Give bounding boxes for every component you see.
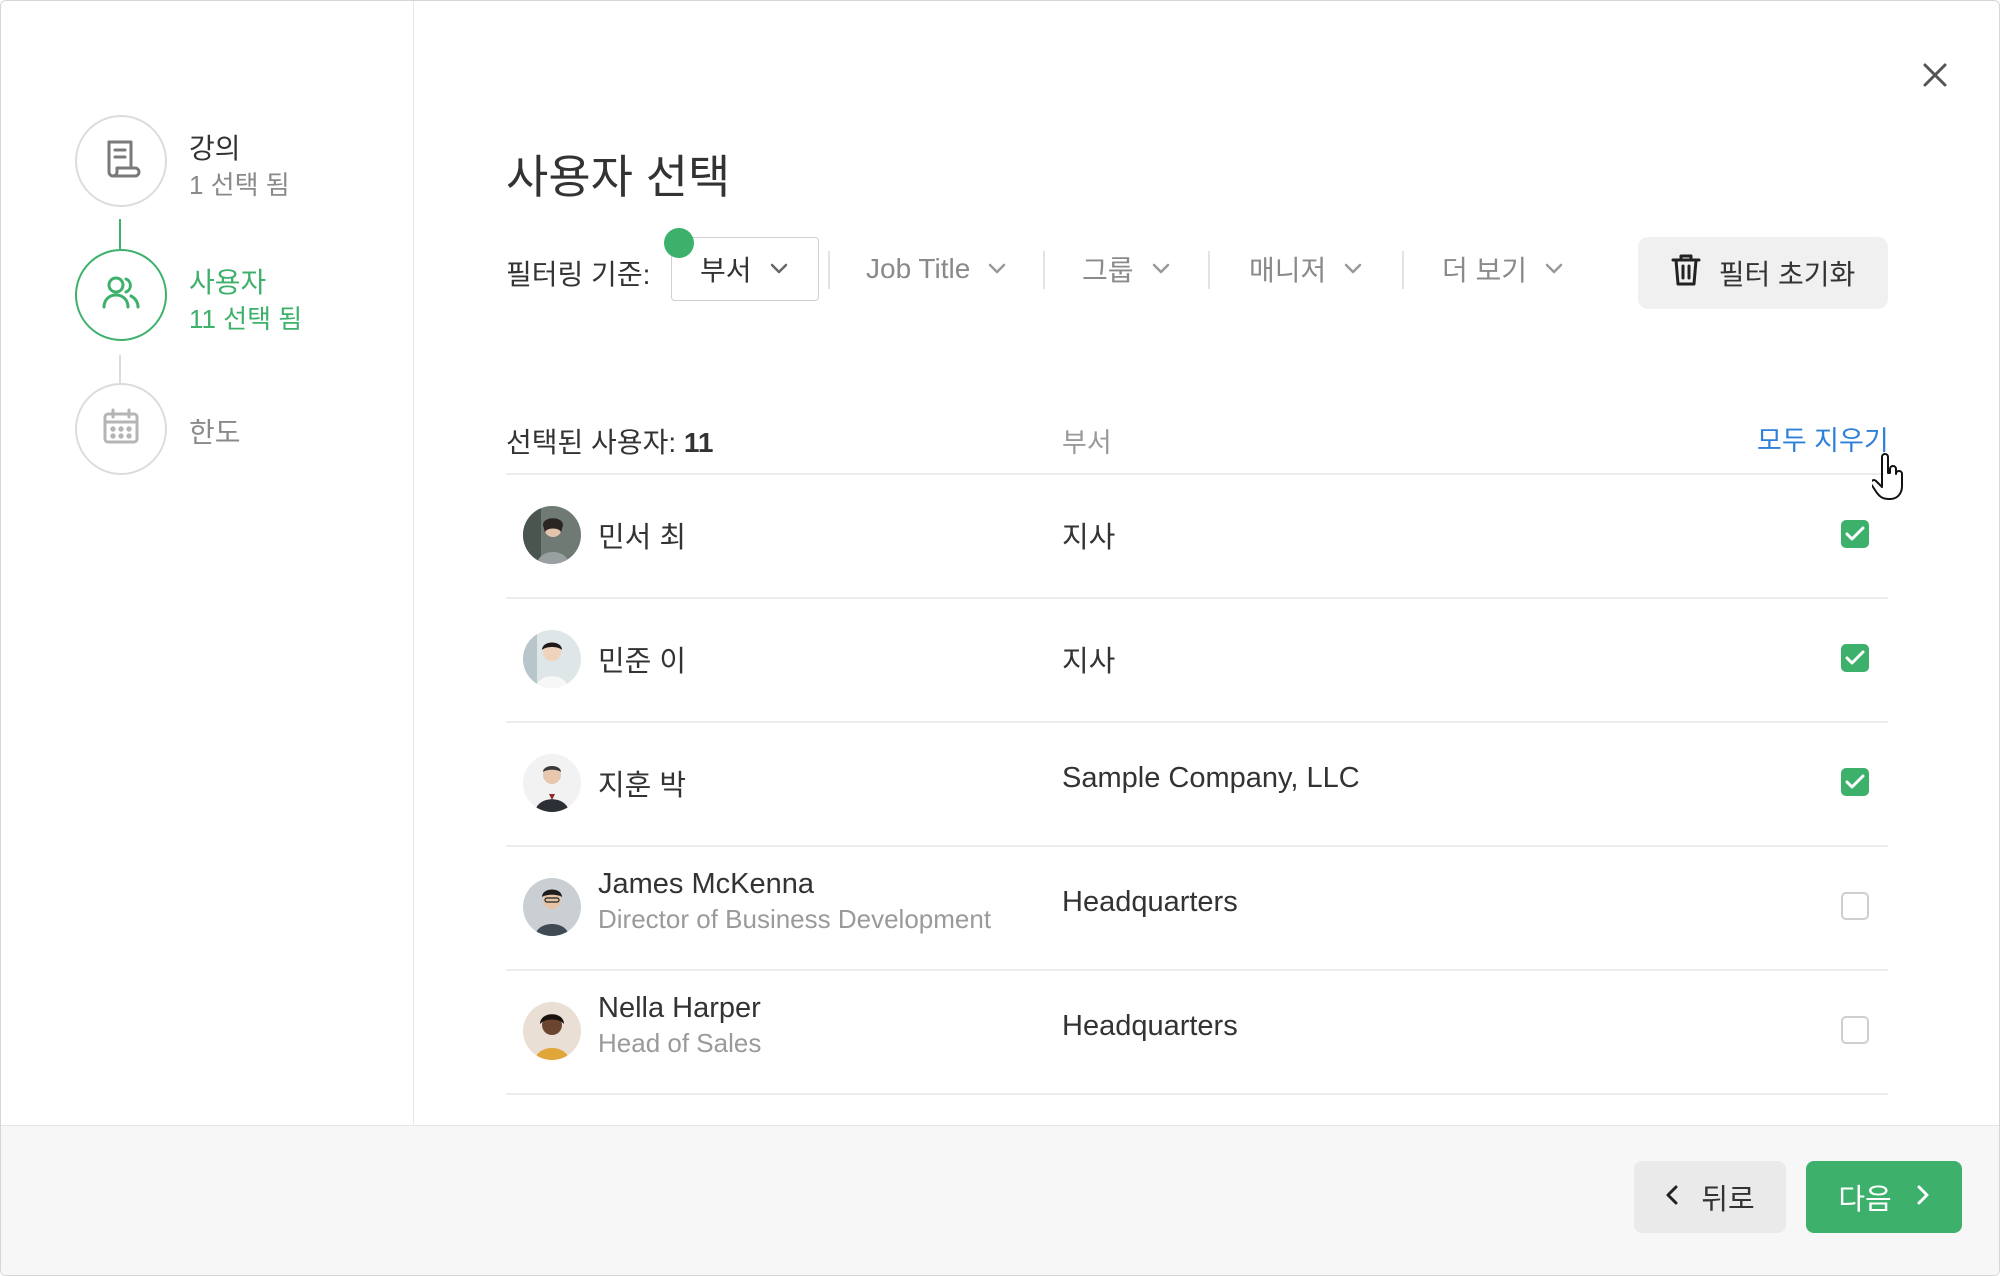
reset-filters-button[interactable]: 필터 초기화 [1638,237,1888,309]
user-select-checkbox[interactable] [1841,1016,1869,1044]
reset-filters-label: 필터 초기화 [1718,259,1856,290]
next-label: 다음 [1838,1184,1892,1216]
filter-dropdown-label: Job Title [866,253,971,284]
filter-divider [1208,251,1210,289]
chevron-down-icon [988,263,1006,275]
chevron-right-icon [1916,1181,1930,1214]
step-connector [119,219,121,249]
user-name: 지훈 박 [598,770,687,802]
step-circle [75,249,167,341]
step-connector [119,355,121,385]
hand-pointer-cursor-icon [1869,453,1908,506]
dialog-footer: 뒤로 다음 [1,1125,1999,1275]
user-row[interactable]: James McKenna Director of Business Devel… [506,846,1888,968]
step-title: 사용자 [189,267,267,298]
filter-manager-dropdown[interactable]: 매니저 [1249,237,1362,301]
selected-count-value: 11 [683,427,714,458]
user-row[interactable]: 민서 최 지사 [506,474,1888,596]
step-title: 강의 [189,133,241,164]
chevron-down-icon [1545,263,1563,275]
checkmark-icon [1845,526,1865,541]
step-circle [75,383,167,475]
close-button[interactable] [1915,57,1955,97]
user-job-title: Director of Business Development [598,904,992,934]
step-circle [75,115,167,207]
filter-dropdown-label: 부서 [700,255,752,286]
avatar [523,1002,581,1060]
department-column-header: 부서 [1062,428,1112,458]
clear-all-link[interactable]: 모두 지우기 [1757,419,1889,458]
active-filter-indicator [664,228,694,258]
user-row[interactable]: 지훈 박 Sample Company, LLC [506,722,1888,844]
step-title: 한도 [189,417,241,448]
user-job-title: Head of Sales [598,1028,762,1058]
user-select-checkbox[interactable] [1841,768,1869,796]
users-icon [99,271,143,320]
document-icon [100,138,142,185]
next-button[interactable]: 다음 [1806,1161,1962,1233]
user-select-checkbox[interactable] [1841,892,1869,920]
back-label: 뒤로 [1701,1184,1755,1216]
user-name: 민서 최 [598,522,687,554]
user-department: 지사 [1062,646,1116,678]
filter-label: 필터링 기준: [506,259,651,290]
chevron-left-icon [1665,1181,1679,1214]
user-department: Sample Company, LLC [1062,762,1360,794]
trash-icon [1671,253,1701,294]
filter-divider [1043,251,1045,289]
user-name: Nella Harper [598,992,761,1024]
user-name: James McKenna [598,868,814,900]
filter-divider [1402,251,1404,289]
user-department: Headquarters [1062,1010,1238,1042]
avatar [523,878,581,936]
chevron-down-icon [1344,263,1362,275]
avatar [523,506,581,564]
filter-group-dropdown[interactable]: 그룹 [1082,237,1170,301]
select-users-dialog: 강의 1 선택 됨 사용자 11 선택 됨 한도 사용자 선택 필터링 기준: … [0,0,2000,1276]
avatar [523,754,581,812]
calendar-icon [100,406,142,453]
filter-job-title-dropdown[interactable]: Job Title [866,237,1006,301]
filter-divider [828,251,830,289]
user-select-checkbox[interactable] [1841,644,1869,672]
stepper-sidebar: 강의 1 선택 됨 사용자 11 선택 됨 한도 [1,1,414,1125]
user-department: Headquarters [1062,886,1238,918]
user-row[interactable]: Nella Harper Head of Sales Headquarters [506,970,1888,1092]
step-subtitle: 11 선택 됨 [189,304,303,334]
filter-more-dropdown[interactable]: 더 보기 [1442,237,1563,301]
filter-dropdown-label: 더 보기 [1442,255,1528,286]
avatar [523,630,581,688]
user-department: 지사 [1062,522,1116,554]
close-icon [1922,62,1948,93]
checkmark-icon [1845,774,1865,789]
back-button[interactable]: 뒤로 [1634,1161,1786,1233]
chevron-down-icon [770,263,788,275]
user-name: 민준 이 [598,646,687,678]
selected-users-count: 선택된 사용자: 11 [506,421,714,461]
checkmark-icon [1845,650,1865,665]
selected-users-label: 선택된 사용자: [506,427,677,458]
chevron-down-icon [1152,263,1170,275]
filter-dropdown-label: 매니저 [1249,255,1327,286]
filter-dropdown-label: 그룹 [1082,255,1134,286]
page-title: 사용자 선택 [506,151,731,203]
divider [506,1093,1888,1095]
step-subtitle: 1 선택 됨 [189,170,290,200]
user-select-checkbox[interactable] [1841,520,1869,548]
user-row[interactable]: 민준 이 지사 [506,598,1888,720]
